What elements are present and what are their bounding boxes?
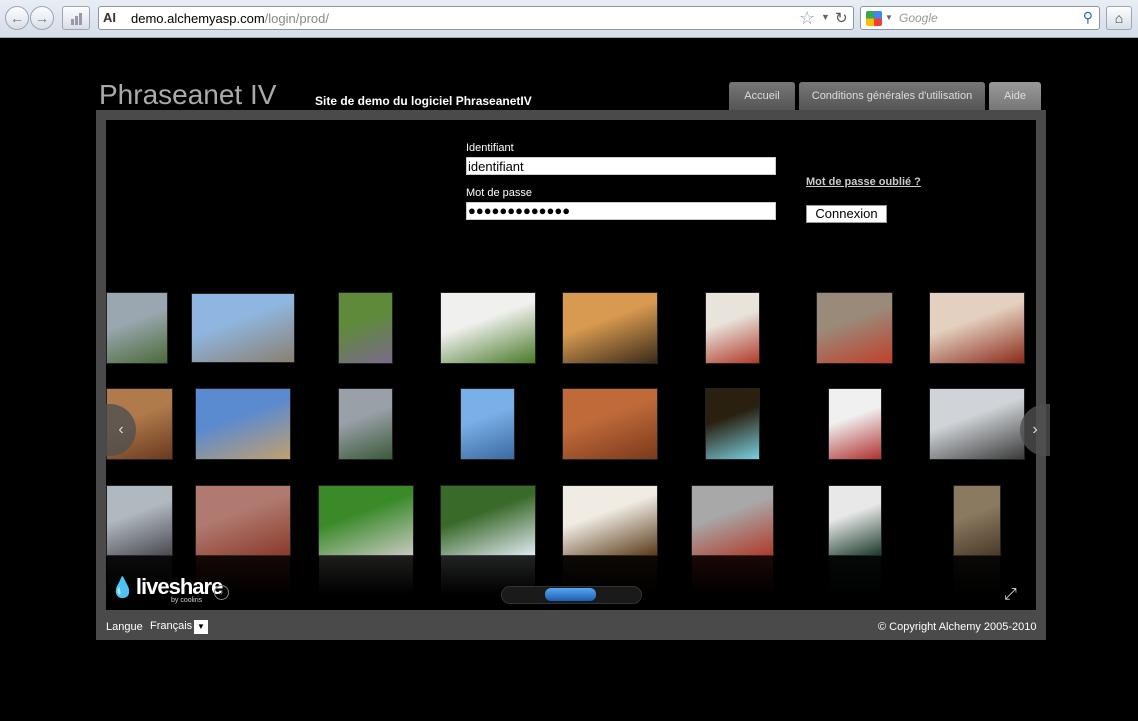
search-icon[interactable]: ⚲ [1083,9,1093,26]
home-icon[interactable]: ⌂ [1106,6,1132,30]
thumb-globe[interactable] [195,388,291,460]
history-dropdown-icon[interactable]: ▼ [821,12,830,22]
tab-accueil[interactable]: Accueil [729,82,795,110]
fullscreen-expand-icon[interactable]: ⤢ [1004,586,1017,604]
browser-toolbar: ← → AI demo.alchemyasp.com/login/prod/ ☆… [0,0,1138,38]
thumb-park[interactable] [106,292,168,364]
thumb-reflection [692,555,773,595]
thumb-sunset-trees[interactable] [562,292,658,364]
forward-button[interactable]: → [30,6,54,30]
connexion-button[interactable]: Connexion [806,205,887,223]
password-label: Mot de passe [466,187,533,199]
liveshare-go-icon[interactable]: › [214,585,229,600]
search-bar[interactable]: ▼ Google ⚲ [860,6,1100,30]
app-logo: Phraseanet IV [99,79,277,110]
thumb-red-object[interactable] [828,388,882,460]
wall-scroll-thumb[interactable] [545,588,596,601]
password-field[interactable]: ●●●●●●●●●●●●● [466,202,776,220]
tab-aide[interactable]: Aide [989,82,1041,110]
search-placeholder: Google [899,11,938,25]
url-text[interactable]: demo.alchemyasp.com/login/prod/ [131,11,329,26]
engine-dropdown-icon[interactable]: ▼ [885,13,893,22]
thumb-waterfall[interactable] [440,485,536,595]
google-icon[interactable] [866,11,882,26]
chevron-down-icon[interactable]: ▼ [194,620,208,634]
liveshare-brand: liveshare [135,574,223,599]
thumb-monument-valley[interactable] [562,388,658,460]
thumb-park-benches[interactable] [318,485,414,595]
back-button[interactable]: ← [5,6,29,30]
copyright-text: © Copyright Alchemy 2005-2010 [878,621,1037,633]
url-path: /login/prod/ [264,11,329,26]
liveshare-logo[interactable]: 💧liveshare [110,574,223,600]
bar-chart-icon [71,13,82,25]
thumb-red-flowers[interactable] [195,485,291,595]
thumb-skyline[interactable] [106,485,173,595]
thumb-bamboo-leaves[interactable] [338,292,393,364]
thumb-glass-vase[interactable] [828,485,882,595]
site-favicon-icon: AI [103,10,116,25]
liveshare-drop-icon: 💧 [110,577,135,599]
thumb-glass-art[interactable] [705,292,760,364]
thumb-glass-bowl[interactable] [929,292,1025,364]
thumb-reflection [319,555,413,595]
thumb-windmill[interactable] [460,388,515,460]
language-label: Langue [106,621,143,633]
language-value: Français [150,620,193,632]
thumb-cathedral[interactable] [953,485,1001,595]
cooliris-credit: by cooliris [171,597,203,604]
thumb-light-box[interactable] [705,388,760,460]
tab-conditions[interactable]: Conditions générales d'utilisation [799,82,985,110]
language-select[interactable]: Français ▼ [146,619,210,635]
bookmarks-chart-button[interactable] [62,6,90,30]
thumb-cabinet[interactable] [562,485,658,595]
forgot-password-link[interactable]: Mot de passe oublié ? [806,176,921,188]
thumb-reflection [954,555,1000,595]
thumb-sculpture-car[interactable] [691,485,774,595]
identifiant-field[interactable] [466,157,776,175]
thumb-paris-column[interactable] [338,388,393,460]
bookmark-star-icon[interactable]: ☆ [799,8,815,29]
thumb-sculpture-red[interactable] [816,292,893,364]
reload-icon[interactable]: ↻ [835,9,848,27]
address-bar[interactable]: AI demo.alchemyasp.com/login/prod/ ☆ ▼ ↻ [98,6,854,30]
thumb-reflection [829,555,881,595]
site-tagline: Site de demo du logiciel PhraseanetIV [315,94,532,108]
identifiant-label: Identifiant [466,142,514,154]
url-domain: demo.alchemyasp.com [131,11,265,26]
thumb-white-blossoms[interactable] [440,292,536,364]
thumb-storefront[interactable] [929,388,1025,460]
thumb-castle[interactable] [191,293,295,363]
